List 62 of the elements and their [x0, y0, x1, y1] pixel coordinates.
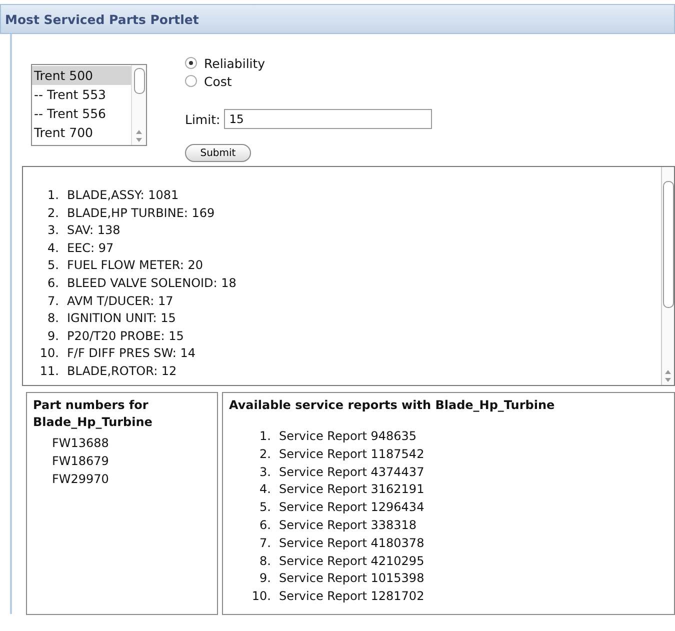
panel-heading: Part numbers for Blade_Hp_Turbine	[33, 397, 154, 431]
list-number: 3.	[258, 464, 271, 481]
radio-label[interactable]: Reliability	[204, 56, 266, 70]
service-report-item: Service Report 4374437	[279, 464, 424, 481]
list-number: 7.	[258, 534, 271, 552]
scrollbar[interactable]	[131, 65, 146, 145]
list-number: 2.	[46, 204, 59, 222]
engine-listbox[interactable]: Trent 500 -- Trent 553 -- Trent 556 Trent 700	[31, 64, 147, 146]
list-number: 1.	[46, 187, 59, 204]
list-number: 8.	[46, 310, 59, 328]
service-report-item: Service Report 1187542	[279, 446, 424, 463]
limit-label: Limit:	[185, 112, 220, 126]
list-number: 9.	[258, 570, 271, 588]
list-number: 2.	[258, 446, 271, 463]
part-number: FW18679	[52, 453, 110, 470]
service-report-item: Service Report 4180378	[279, 534, 424, 552]
result-item: BLADE,ASSY: 1081	[67, 187, 179, 204]
list-number: 10.	[250, 588, 271, 606]
list-number: 4.	[258, 481, 271, 498]
radio-button[interactable]	[185, 75, 197, 87]
service-report-item: Service Report 1281702	[279, 588, 424, 606]
list-number: 3.	[46, 222, 59, 240]
list-number: 11.	[38, 362, 59, 380]
list-option[interactable]: -- Trent 556	[32, 104, 131, 123]
panel-heading: Available service reports with Blade_Hp_Turbine	[229, 397, 556, 414]
list-number: 5.	[46, 257, 59, 274]
service-report-item: Service Report 3162191	[279, 481, 424, 498]
service-report-item: Service Report 1015398	[279, 570, 424, 588]
part-number: FW29970	[52, 471, 110, 488]
service-report-item: Service Report 948635	[279, 428, 417, 445]
list-number: 8.	[258, 552, 271, 570]
list-number: 6.	[46, 274, 59, 292]
portlet-title: Most Serviced Parts Portlet	[5, 12, 199, 26]
list-option[interactable]: -- Trent 553	[32, 85, 131, 104]
scrollbar[interactable]	[661, 167, 674, 385]
result-item: FUEL FLOW METER: 20	[67, 257, 203, 274]
radio-button[interactable]	[185, 57, 197, 69]
result-item: BLEED VALVE SOLENOID: 18	[67, 274, 236, 292]
submit-button[interactable]: Submit	[185, 144, 251, 162]
list-number: 9.	[46, 328, 59, 345]
service-report-item: Service Report 338318	[279, 516, 417, 534]
result-item: SAV: 138	[67, 222, 120, 240]
service-report-item: Service Report 1296434	[279, 499, 424, 516]
list-number: 4.	[46, 240, 59, 257]
part-number: FW13688	[52, 435, 110, 452]
result-item: BLADE,ROTOR: 12	[67, 362, 177, 380]
list-option[interactable]: Trent 500	[32, 66, 131, 85]
list-number: 6.	[258, 516, 271, 534]
result-item: AVM T/DUCER: 17	[67, 292, 174, 310]
list-number: 10.	[38, 345, 59, 362]
list-number: 5.	[258, 499, 271, 516]
result-item: F/F DIFF PRES SW: 14	[67, 345, 196, 362]
list-number: 1.	[258, 428, 271, 445]
list-number: 7.	[46, 292, 59, 310]
result-item: P20/T20 PROBE: 15	[67, 328, 184, 345]
result-item: BLADE,HP TURBINE: 169	[67, 204, 215, 222]
limit-field[interactable]: 15	[224, 109, 432, 129]
result-item: IGNITION UNIT: 15	[67, 310, 176, 328]
radio-label[interactable]: Cost	[204, 74, 232, 88]
service-report-item: Service Report 4210295	[279, 552, 424, 570]
result-item: EEC: 97	[67, 240, 114, 257]
list-option[interactable]: Trent 700	[32, 123, 131, 142]
